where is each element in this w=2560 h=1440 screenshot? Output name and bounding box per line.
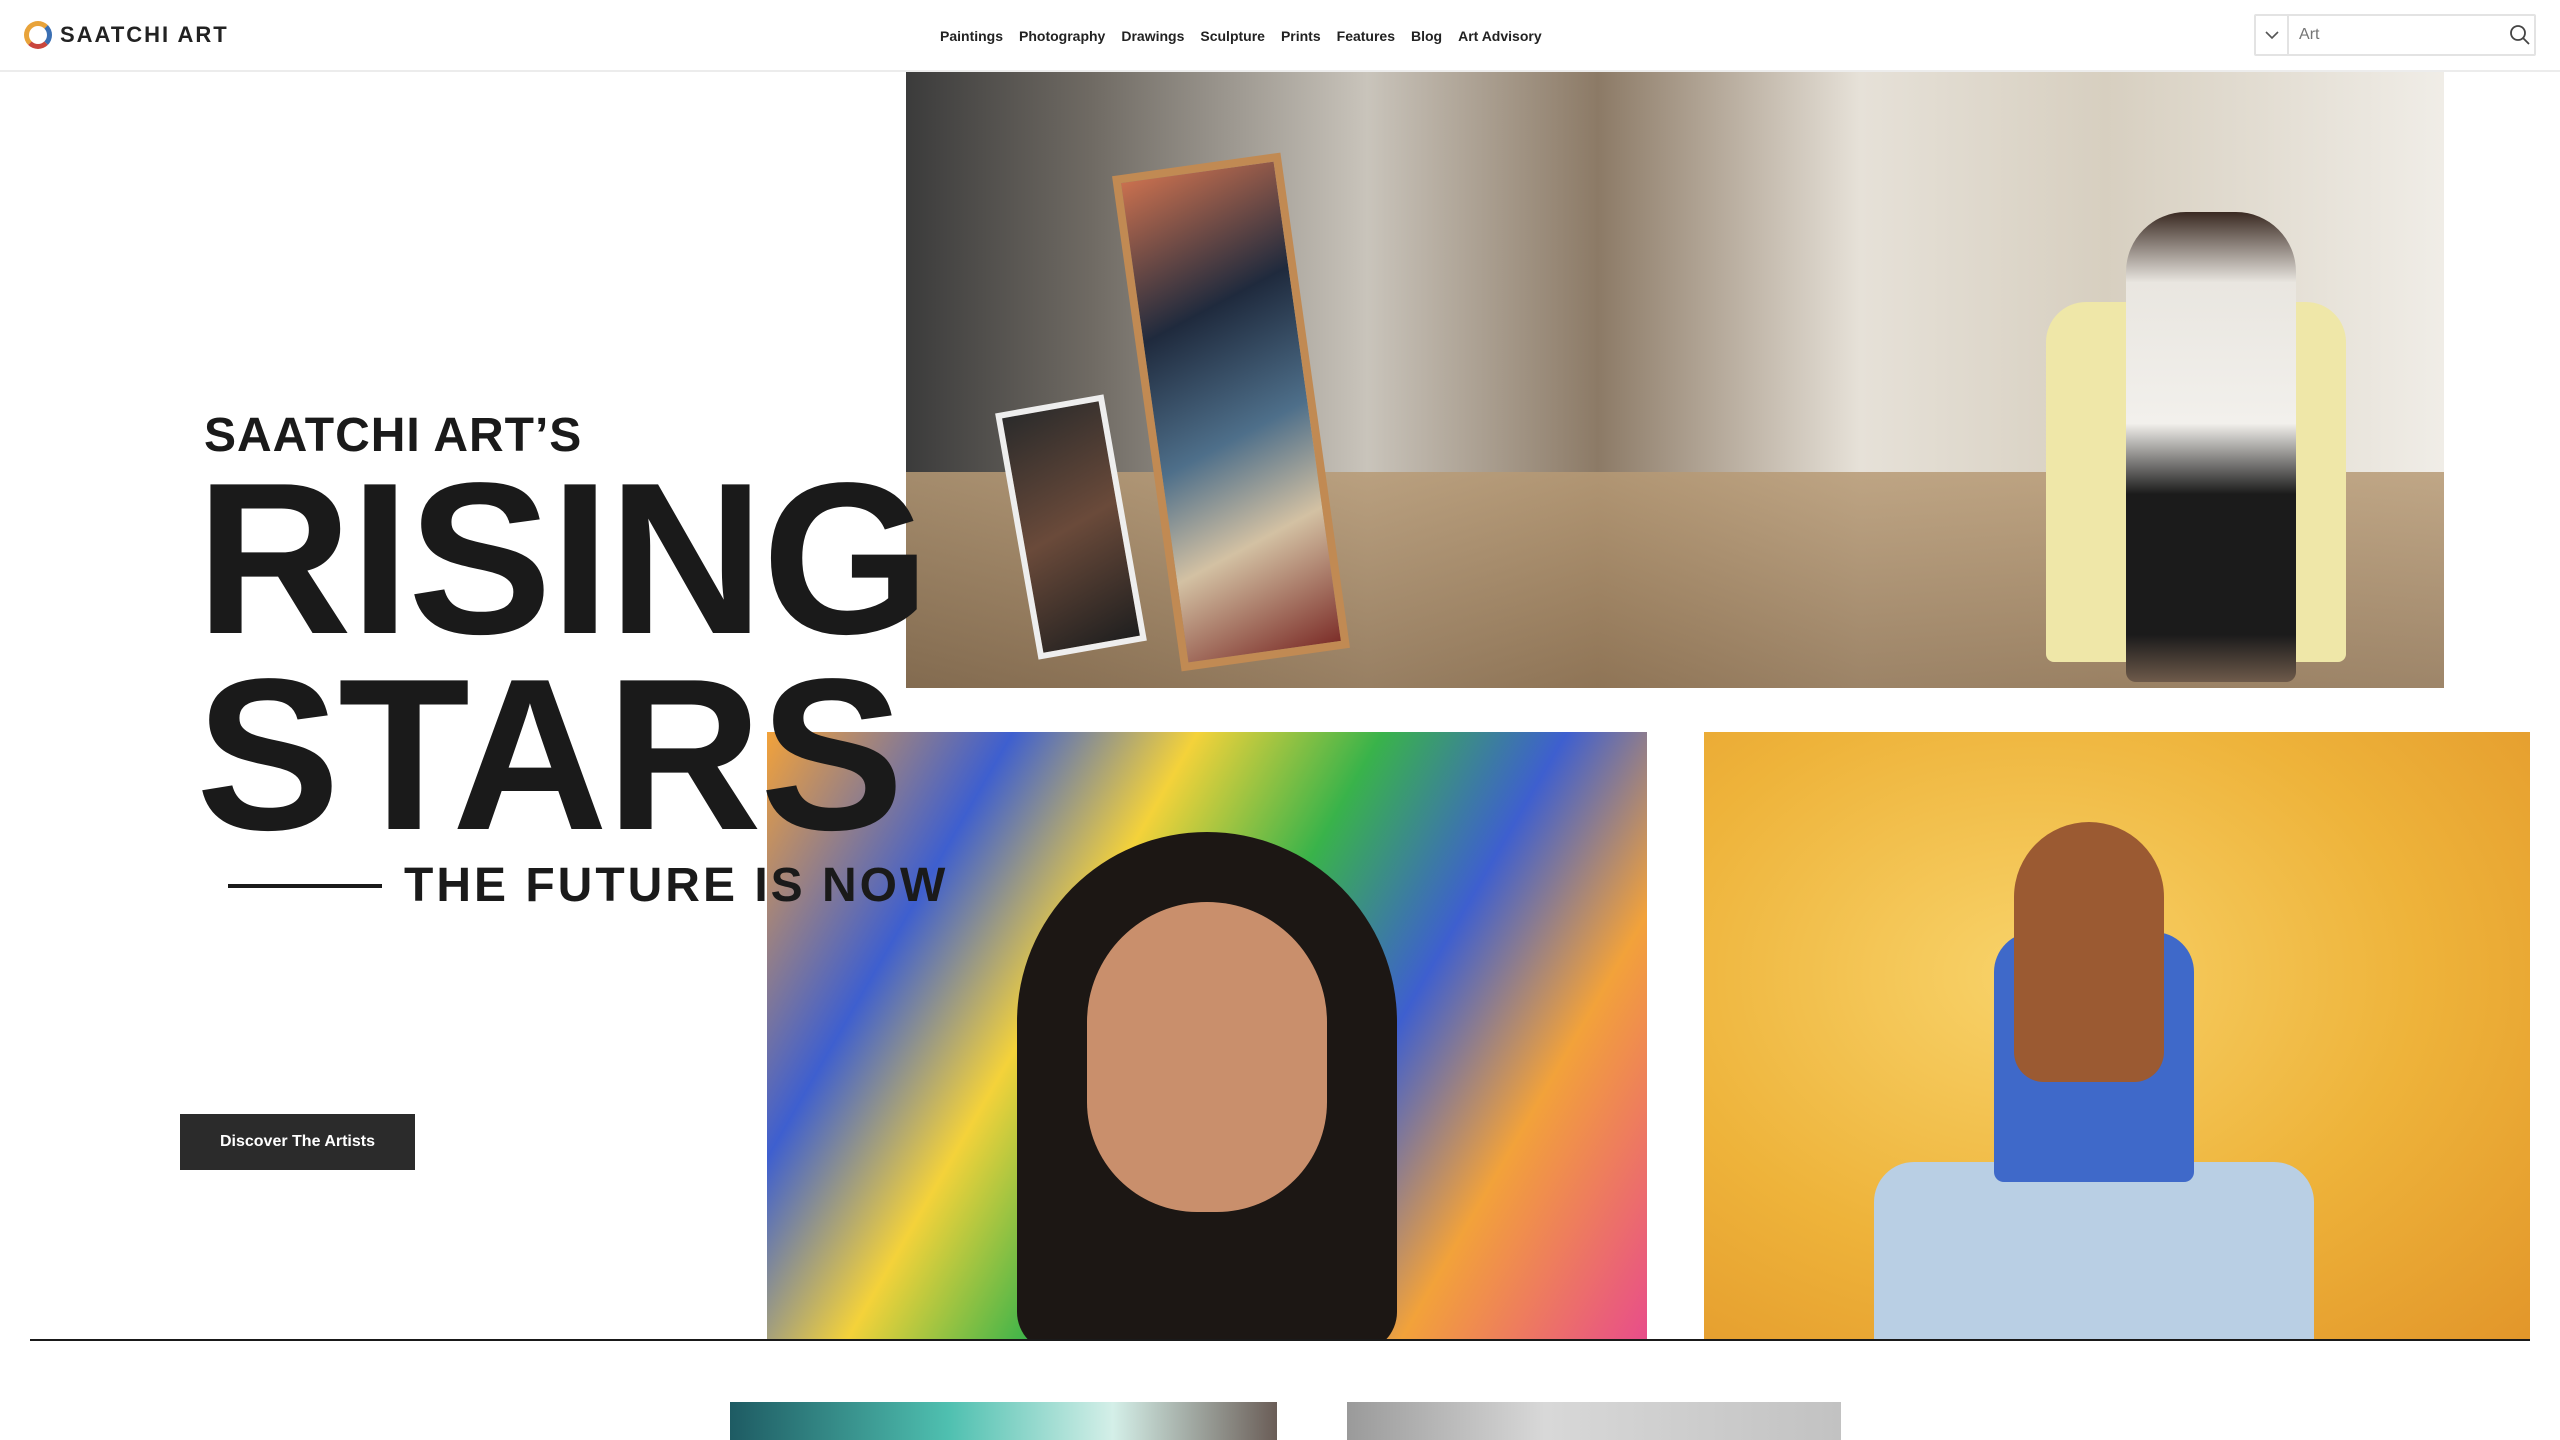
site-header: SAATCHI ART Paintings Photography Drawin…: [0, 0, 2560, 72]
search-icon: [2510, 25, 2530, 45]
main-nav: Paintings Photography Drawings Sculpture…: [940, 24, 1558, 48]
hero-tagline: THE FUTURE IS NOW: [404, 859, 949, 912]
search-input[interactable]: [2289, 16, 2507, 54]
saatchi-art-logo[interactable]: SAATCHI ART: [24, 19, 229, 51]
logo-text: SAATCHI ART: [60, 22, 229, 47]
chevron-down-icon: [2264, 31, 2279, 40]
hero-headline-line2: STARS: [196, 633, 904, 875]
search-category-dropdown[interactable]: [2256, 16, 2290, 54]
tagline-rule: [228, 884, 382, 888]
nav-item-blog[interactable]: Blog: [1411, 28, 1442, 44]
nav-item-paintings[interactable]: Paintings: [940, 28, 1003, 44]
nav-item-photography[interactable]: Photography: [1019, 28, 1105, 44]
artist-thumbnail[interactable]: [1347, 1402, 1841, 1440]
nav-item-art-advisory[interactable]: Art Advisory: [1458, 28, 1542, 44]
artist-thumbnail[interactable]: [730, 1402, 1277, 1440]
hero-headline: RISING STARS: [196, 450, 930, 875]
search-button[interactable]: [2506, 16, 2534, 54]
discover-artists-button[interactable]: Discover The Artists: [180, 1114, 415, 1170]
nav-item-features[interactable]: Features: [1337, 28, 1395, 44]
nav-item-prints[interactable]: Prints: [1281, 28, 1321, 44]
nav-item-sculpture[interactable]: Sculpture: [1200, 28, 1265, 44]
search-bar: [2254, 14, 2536, 56]
saatchi-ring-logo-icon: [24, 21, 52, 49]
hero-image-artist-portrait-camera: [1704, 732, 2530, 1340]
nav-item-drawings[interactable]: Drawings: [1121, 28, 1184, 44]
section-divider: [30, 1339, 2530, 1341]
hero-image-artist-studio: [906, 72, 2444, 688]
